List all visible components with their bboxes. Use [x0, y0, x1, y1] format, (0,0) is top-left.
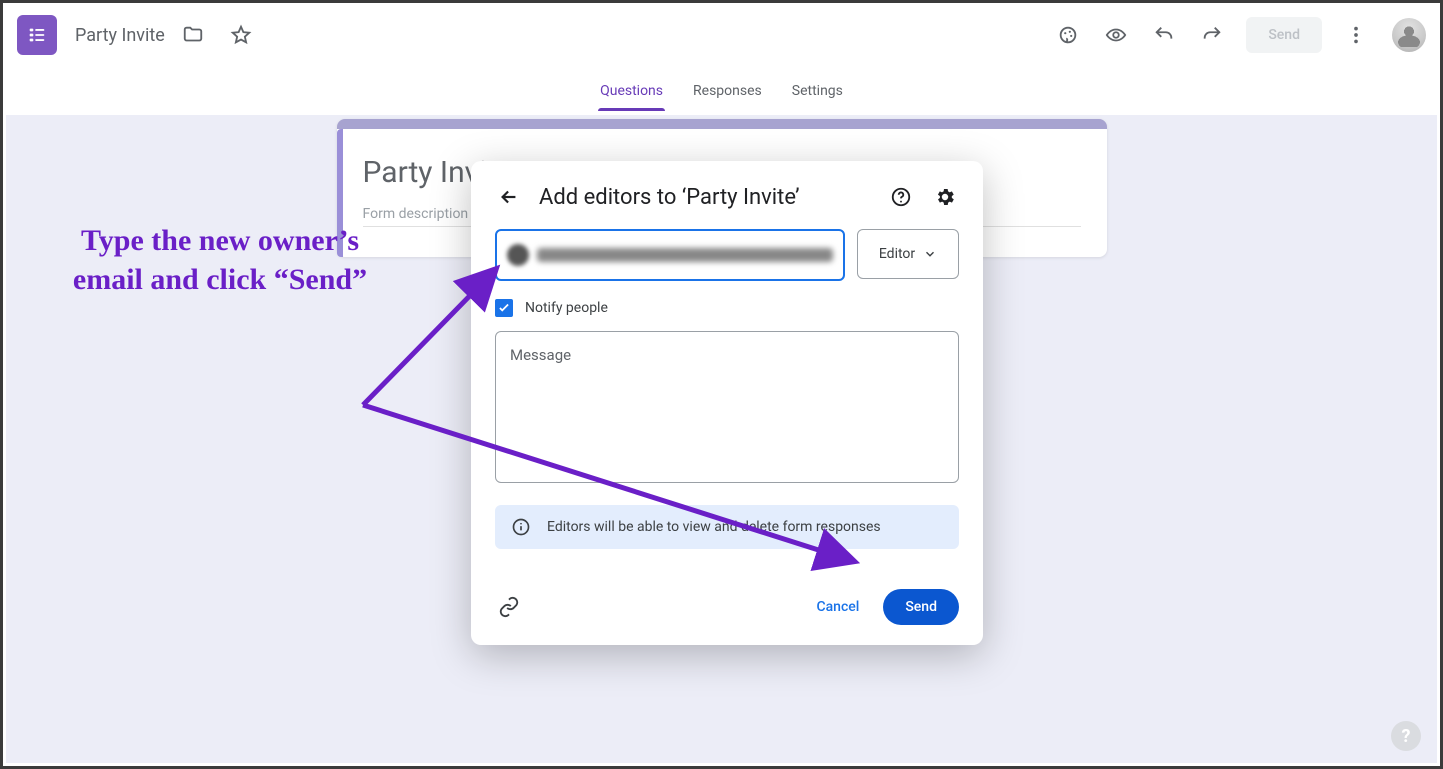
message-textarea[interactable]: Message	[495, 331, 959, 483]
info-banner: Editors will be able to view and delete …	[495, 505, 959, 549]
share-dialog: Add editors to ‘Party Invite’ Editor Not	[471, 161, 983, 645]
send-button[interactable]: Send	[883, 589, 959, 625]
people-chip-text	[537, 248, 833, 262]
info-icon	[511, 517, 531, 537]
star-icon[interactable]	[221, 15, 261, 55]
doc-title[interactable]: Party Invite	[75, 25, 165, 46]
help-fab[interactable]: ?	[1391, 721, 1421, 751]
people-chip-avatar	[507, 244, 529, 266]
copy-link-icon[interactable]	[495, 593, 523, 621]
tab-responses[interactable]: Responses	[691, 83, 764, 111]
settings-icon[interactable]	[931, 183, 959, 211]
more-icon[interactable]	[1336, 15, 1376, 55]
back-icon[interactable]	[495, 183, 523, 211]
forms-logo-icon	[26, 24, 48, 46]
cancel-button[interactable]: Cancel	[802, 591, 873, 623]
chevron-down-icon	[923, 247, 937, 261]
check-icon	[497, 301, 511, 315]
notify-label: Notify people	[525, 300, 608, 316]
role-label: Editor	[879, 246, 915, 262]
account-avatar[interactable]	[1392, 18, 1426, 52]
annotation-text: Type the new owner’s email and click “Se…	[65, 221, 375, 299]
tabs-row: Questions Responses Settings	[3, 67, 1440, 112]
tab-questions[interactable]: Questions	[598, 83, 665, 111]
tab-settings[interactable]: Settings	[790, 83, 845, 111]
topbar: Party Invite Send	[3, 3, 1440, 67]
role-select[interactable]: Editor	[857, 229, 959, 279]
customize-theme-icon[interactable]	[1048, 15, 1088, 55]
preview-icon[interactable]	[1096, 15, 1136, 55]
people-input[interactable]	[495, 229, 845, 281]
undo-icon[interactable]	[1144, 15, 1184, 55]
dialog-title: Add editors to ‘Party Invite’	[539, 185, 871, 210]
move-to-folder-icon[interactable]	[173, 15, 213, 55]
redo-icon[interactable]	[1192, 15, 1232, 55]
help-icon[interactable]	[887, 183, 915, 211]
top-send-button[interactable]: Send	[1246, 17, 1322, 53]
forms-logo[interactable]	[17, 15, 57, 55]
editor-canvas: Party Invite Form description Add editor…	[6, 115, 1437, 763]
notify-checkbox[interactable]	[495, 299, 513, 317]
info-text: Editors will be able to view and delete …	[547, 519, 881, 535]
